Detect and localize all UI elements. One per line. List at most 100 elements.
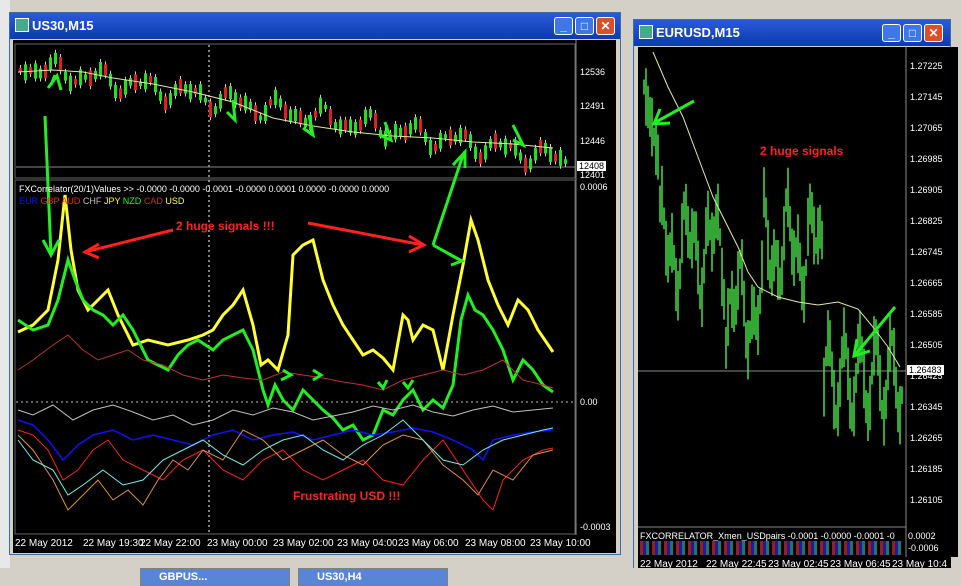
eurusd-signals-annotation: 2 huge signals xyxy=(760,144,844,158)
candle xyxy=(279,98,282,108)
eurusd-price-tick: 1.26745 xyxy=(910,247,943,257)
candle xyxy=(119,88,122,99)
candle xyxy=(464,129,467,140)
candle xyxy=(559,150,562,166)
candle xyxy=(499,141,502,148)
x-tick: 22 May 2012 xyxy=(15,538,73,549)
candle xyxy=(299,110,302,125)
eurusd-price-tick: 1.26105 xyxy=(910,495,943,505)
maximize-button[interactable]: □ xyxy=(575,17,594,35)
eurusd-price-tick: 1.27145 xyxy=(910,92,943,102)
currency-legend: EUR GBP AUD CHF JPY NZD CAD USD xyxy=(19,196,184,206)
legend-aud: AUD xyxy=(61,196,81,206)
candle xyxy=(554,153,557,162)
eurusd-price-tick: 1.26905 xyxy=(910,185,943,195)
candle xyxy=(104,64,107,76)
candle xyxy=(349,119,352,133)
candle xyxy=(294,108,297,122)
candle xyxy=(504,138,507,155)
candle xyxy=(114,84,117,99)
maximize-button[interactable]: □ xyxy=(903,24,922,42)
candle xyxy=(134,74,137,91)
candle xyxy=(564,159,567,164)
candle xyxy=(89,70,92,87)
legend-cad: CAD xyxy=(143,196,163,206)
candle xyxy=(99,61,102,77)
candle xyxy=(369,109,372,118)
us30-price-chart[interactable]: 12536 12491 12446 12401 12408 FXCorrelat… xyxy=(13,40,616,535)
eurusd-titlebar[interactable]: EURUSD,M15 _ □ ✕ xyxy=(634,20,950,46)
candle xyxy=(164,96,167,111)
candle xyxy=(124,79,127,95)
candle xyxy=(374,112,377,129)
candle xyxy=(254,105,257,121)
candle xyxy=(109,73,112,87)
candle xyxy=(264,104,267,121)
taskbar-item-label: US30,H4 xyxy=(317,571,362,583)
legend-gbp: GBP xyxy=(40,196,60,206)
candle xyxy=(549,147,552,162)
legend-chf: CHF xyxy=(82,196,102,206)
candle xyxy=(174,84,177,96)
taskbar-item-gbpusd[interactable]: GBPUS... xyxy=(140,568,290,586)
eurusd-current-price: 1.26483 xyxy=(907,365,944,375)
eurusd-price-tick: 1.26265 xyxy=(910,433,943,443)
candle xyxy=(219,93,222,109)
minimize-button[interactable]: _ xyxy=(554,17,573,35)
minimize-button[interactable]: _ xyxy=(882,24,901,42)
eurusd-price-tick: 1.26345 xyxy=(910,402,943,412)
eurusd-indicator-strip xyxy=(640,541,904,555)
candle xyxy=(169,93,172,106)
us30-titlebar[interactable]: US30,M15 _ □ ✕ xyxy=(10,13,620,39)
candle xyxy=(529,158,532,170)
price-tick: 12446 xyxy=(580,136,606,146)
candle xyxy=(494,133,497,149)
legend-nzd: NZD xyxy=(122,196,142,206)
legend-eur: EUR xyxy=(19,196,39,206)
candle xyxy=(29,66,32,74)
indicator-tick: 0.00 xyxy=(580,397,598,407)
candle xyxy=(39,68,42,79)
candle xyxy=(399,127,402,137)
current-price-label: 12408 xyxy=(577,161,607,171)
candle xyxy=(314,110,317,118)
eurusd-price-tick: 1.27065 xyxy=(910,123,943,133)
x-tick: 23 May 08:00 xyxy=(465,538,526,549)
candle xyxy=(334,122,337,130)
candle xyxy=(239,97,242,109)
candle xyxy=(394,123,397,140)
signals-annotation: 2 huge signals !!! xyxy=(176,219,275,233)
candle xyxy=(444,134,447,139)
taskbar-item-us30-h4[interactable]: US30,H4 xyxy=(298,568,448,586)
close-button[interactable]: ✕ xyxy=(924,24,943,42)
eurusd-price-chart[interactable]: 2 huge signals 1.27225 1.27145 1.27065 1.26… xyxy=(638,47,958,557)
eurusd-indicator-tick: -0.0006 xyxy=(908,543,939,553)
candle xyxy=(524,157,527,173)
candle xyxy=(479,152,482,164)
candle xyxy=(129,78,132,86)
indicator-header: FXCorrelator(20/1)Values >> -0.0000 -0.0… xyxy=(19,184,390,194)
chart-window-icon xyxy=(15,18,29,32)
x-tick: 22 May 22:00 xyxy=(140,538,201,549)
candle xyxy=(289,109,292,122)
close-button[interactable]: ✕ xyxy=(596,17,615,35)
candle xyxy=(159,91,162,101)
eurusd-price-tick: 1.26185 xyxy=(910,464,943,474)
candle xyxy=(434,144,437,152)
candle xyxy=(49,57,52,70)
candle xyxy=(54,52,57,65)
candle xyxy=(474,146,477,159)
candle xyxy=(284,104,287,119)
candle xyxy=(544,142,547,154)
us30-chart-svg xyxy=(14,40,577,535)
eurusd-price-tick: 1.26665 xyxy=(910,278,943,288)
candle xyxy=(339,119,342,135)
x-tick: 23 May 02:00 xyxy=(273,538,334,549)
candle xyxy=(144,73,147,90)
legend-usd: USD xyxy=(165,196,185,206)
price-tick: 12536 xyxy=(580,67,606,77)
x-tick: 23 May 00:00 xyxy=(207,538,268,549)
indicator-tick: -0.0003 xyxy=(580,522,611,532)
taskbar-item-label: GBPUS... xyxy=(159,571,208,583)
candle xyxy=(69,75,72,92)
